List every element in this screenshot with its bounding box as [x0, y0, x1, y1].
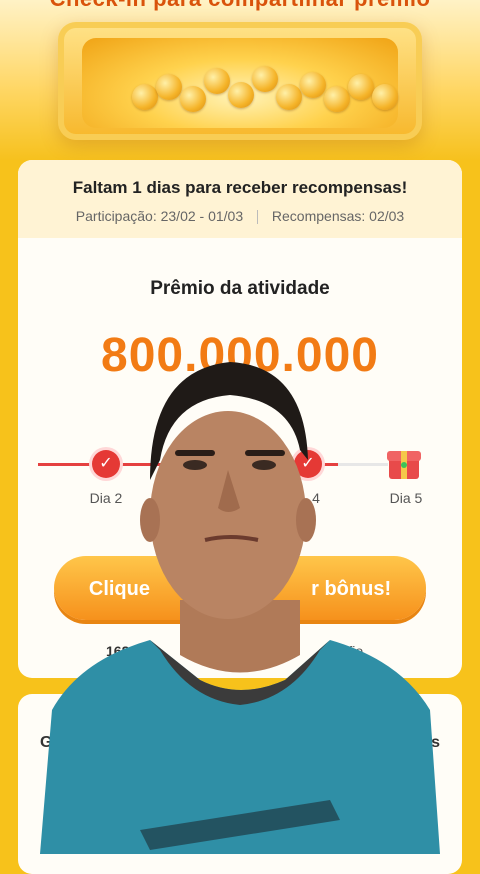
- footer-count: 168.0: [106, 643, 142, 659]
- hero-title: Check-in para compartilhar prêmio: [0, 0, 480, 12]
- secondary-card: G es: [18, 694, 462, 874]
- progress-fill: [38, 463, 338, 466]
- gift-chest-icon[interactable]: [386, 447, 422, 481]
- participation-dates: Participação: 23/02 - 01/03: [75, 208, 244, 224]
- footer-challenge: desafio: [318, 643, 364, 659]
- day-label-4: 4: [312, 490, 320, 506]
- reward-card: Faltam 1 dias para receber recompensas! …: [18, 160, 462, 678]
- checkin-progress: ✓ ✓: [38, 450, 442, 490]
- prize-amount: 800.000.000: [101, 329, 379, 382]
- divider: [257, 210, 259, 225]
- rewards-date: Recompensas: 02/03: [271, 208, 405, 224]
- claim-button-label-left: Clique: [88, 578, 150, 600]
- date-range: Participação: 23/02 - 01/03 Recompensas:…: [18, 208, 462, 225]
- card-header: Faltam 1 dias para receber recompensas! …: [18, 160, 462, 238]
- claim-bonus-button[interactable]: Clique r bônus!: [54, 556, 426, 620]
- day-label-5: Dia 5: [389, 490, 423, 506]
- treasure-chest-image: [58, 22, 422, 140]
- prize-label: Prêmio da atividade: [150, 278, 330, 299]
- day4-check-icon: ✓: [294, 450, 322, 478]
- day2-check-icon: ✓: [92, 450, 120, 478]
- day-label-2: Dia 2: [89, 490, 123, 506]
- hero-banner: Check-in para compartilhar prêmio: [0, 0, 480, 160]
- countdown-text: Faltam 1 dias para receber recompensas!: [72, 178, 408, 197]
- secondary-card-right-text: es: [422, 734, 440, 751]
- secondary-card-left-text: G: [40, 734, 53, 751]
- claim-button-label-right: r bônus!: [311, 578, 392, 600]
